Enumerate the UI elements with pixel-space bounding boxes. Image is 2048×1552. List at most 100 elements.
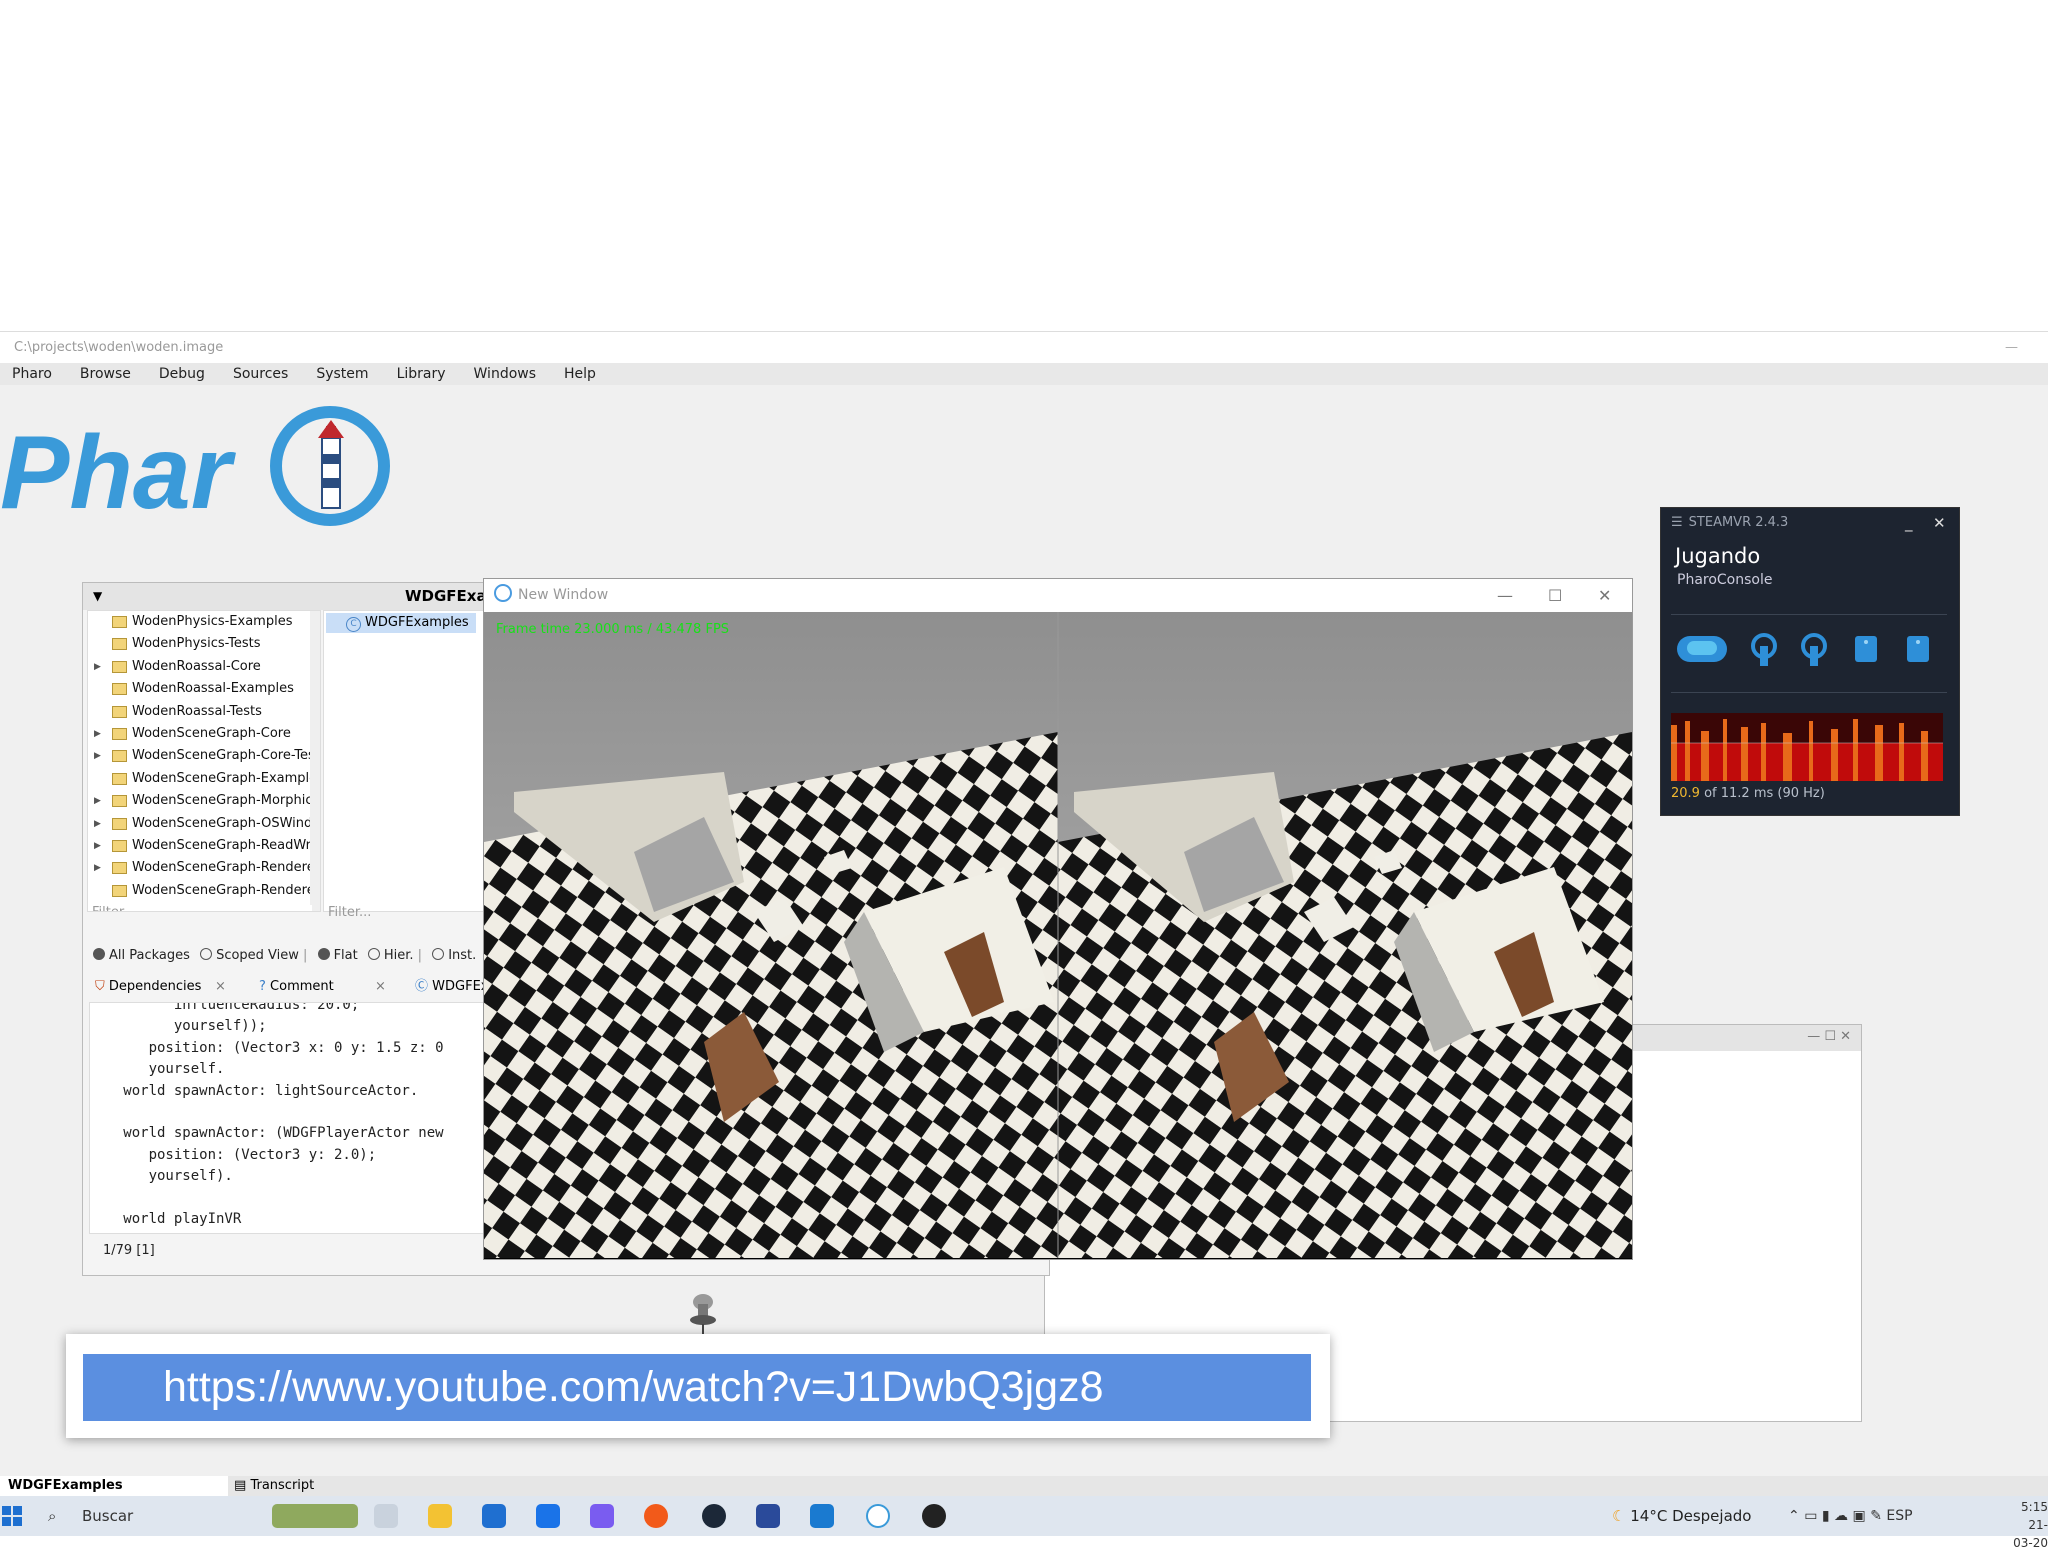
tab-dependencies[interactable]: ⛉ Dependencies × — [89, 975, 235, 999]
package-item-label: WodenSceneGraph-Core — [132, 726, 291, 741]
menu-windows[interactable]: Windows — [474, 363, 537, 385]
menu-pharo[interactable]: Pharo — [12, 363, 52, 385]
mail-icon[interactable] — [536, 1504, 560, 1528]
powershell-icon[interactable] — [756, 1504, 780, 1528]
package-list-scrollbar[interactable] — [310, 611, 320, 911]
frame-timing-text: 20.9 of 11.2 ms (90 Hz) — [1671, 786, 1825, 801]
inst-label[interactable]: Inst. — [448, 948, 476, 963]
expand-arrow-icon[interactable]: ▶ — [94, 813, 101, 835]
code-line: yourself)); — [98, 1018, 267, 1035]
package-filter-input[interactable]: Filter... — [92, 905, 312, 911]
store-icon[interactable] — [482, 1504, 506, 1528]
background-window-controls[interactable]: — ☐ ✕ — [1807, 1029, 1851, 1044]
display-icon[interactable]: ▣ — [1853, 1508, 1866, 1524]
file-explorer-icon[interactable] — [428, 1504, 452, 1528]
class-filter-input[interactable]: Filter... — [328, 905, 371, 920]
scoped-view-label[interactable]: Scoped View — [216, 948, 299, 963]
all-packages-radio[interactable] — [93, 948, 105, 960]
weather-widget[interactable]: ☾ 14°C Despejado — [1612, 1496, 1751, 1536]
vscode-icon[interactable] — [810, 1504, 834, 1528]
close-icon[interactable]: × — [375, 975, 386, 999]
maximize-button[interactable]: ☐ — [1548, 579, 1562, 612]
microphone-icon[interactable]: ▮ — [1822, 1508, 1830, 1524]
flat-radio[interactable] — [317, 948, 330, 960]
onedrive-icon[interactable]: ☁ — [1834, 1508, 1848, 1524]
controller-left-icon[interactable] — [1749, 632, 1779, 666]
pen-icon[interactable]: ✎ — [1870, 1508, 1882, 1524]
steamvr-window[interactable]: ☰ STEAMVR 2.4.3 _ ✕ Jugando PharoConsole … — [1660, 507, 1960, 816]
tab-comment[interactable]: ? Comment × — [253, 975, 399, 999]
steamvr-app-icon[interactable] — [702, 1504, 726, 1528]
clock[interactable]: 5:15 21-03-20 — [2010, 1498, 2048, 1552]
headset-icon[interactable] — [1675, 632, 1729, 666]
menu-help[interactable]: Help — [564, 363, 596, 385]
url-banner-link[interactable]: https://www.youtube.com/watch?v=J1DwbQ3j… — [83, 1354, 1311, 1421]
class-icon: C — [346, 617, 361, 632]
package-item[interactable]: ▶ WodenSceneGraph-Core — [88, 723, 320, 745]
menu-system[interactable]: System — [316, 363, 368, 385]
class-list[interactable]: C WDGFExamples Filter... — [323, 610, 485, 920]
expand-arrow-icon[interactable]: ▶ — [94, 790, 101, 812]
minimize-button[interactable]: — — [2005, 332, 2018, 364]
menu-debug[interactable]: Debug — [159, 363, 205, 385]
obs-icon[interactable] — [922, 1504, 946, 1528]
base-station-1-icon[interactable] — [1853, 632, 1879, 666]
package-item[interactable]: ▶ WodenSceneGraph-ReadWrit — [88, 835, 320, 857]
chevron-up-icon[interactable]: ⌃ — [1788, 1508, 1800, 1524]
minimize-button[interactable]: — — [1497, 579, 1513, 612]
expand-arrow-icon[interactable]: ▶ — [94, 745, 101, 767]
pharo-task-transcript[interactable]: ▤ Transcript — [234, 1476, 314, 1496]
package-item[interactable]: ▶ WodenRoassal-Core — [88, 656, 320, 678]
package-folder-icon — [112, 817, 127, 830]
firefox-icon[interactable] — [644, 1504, 668, 1528]
package-list[interactable]: WodenPhysics-Examples WodenPhysics-Tests ▶… — [87, 610, 321, 912]
package-item[interactable]: WodenPhysics-Examples — [88, 611, 320, 633]
scoped-view-radio[interactable] — [200, 948, 213, 960]
menu-library[interactable]: Library — [397, 363, 446, 385]
vr-stereo-viewport[interactable] — [484, 612, 1632, 1258]
taskbar-search[interactable]: ⌕ Buscar — [42, 1496, 272, 1536]
expand-arrow-icon[interactable]: ▶ — [94, 857, 101, 879]
all-packages-label[interactable]: All Packages — [109, 948, 190, 963]
close-icon[interactable]: × — [215, 975, 226, 999]
close-button[interactable]: ✕ — [1933, 508, 1946, 538]
package-item[interactable]: ▶ WodenSceneGraph-Morphic — [88, 790, 320, 812]
hier-radio[interactable] — [367, 948, 380, 960]
class-item-selected[interactable]: C WDGFExamples — [326, 613, 476, 633]
inst-radio[interactable] — [432, 948, 445, 960]
package-item[interactable]: WodenRoassal-Tests — [88, 701, 320, 723]
minimize-button[interactable]: _ — [1905, 508, 1913, 538]
base-station-2-icon[interactable] — [1905, 632, 1931, 666]
hier-label[interactable]: Hier. — [384, 948, 414, 963]
package-item[interactable]: WodenSceneGraph-Renderer — [88, 880, 320, 902]
pharo-app-icon[interactable] — [866, 1504, 890, 1528]
code-line: position: (Vector3 y: 2.0); — [98, 1146, 377, 1163]
package-item[interactable]: WodenPhysics-Tests — [88, 633, 320, 655]
menu-icon[interactable]: ☰ — [1671, 515, 1683, 530]
pharo-window-titlebar[interactable]: C:\projects\woden\woden.image — — [0, 331, 2048, 364]
package-item[interactable]: ▶ WodenSceneGraph-Renderer — [88, 857, 320, 879]
package-item[interactable]: ▶ WodenSceneGraph-OSWindo — [88, 813, 320, 835]
controller-right-icon[interactable] — [1799, 632, 1829, 666]
package-item[interactable]: WodenRoassal-Examples — [88, 678, 320, 700]
vr-window-titlebar[interactable]: New Window — ☐ ✕ — [484, 579, 1632, 612]
package-item[interactable]: ▶ WodenSceneGraph-Core-Test — [88, 745, 320, 767]
vr-window[interactable]: New Window — ☐ ✕ Frame time 23.000 ms / … — [483, 578, 1633, 1260]
expand-arrow-icon[interactable]: ▶ — [94, 723, 101, 745]
start-button[interactable] — [2, 1506, 22, 1526]
menu-browse[interactable]: Browse — [80, 363, 131, 385]
flat-label[interactable]: Flat — [334, 948, 358, 963]
copilot-icon[interactable] — [590, 1504, 614, 1528]
code-editor[interactable]: influenceRadius: 20.0; yourself)); posit… — [89, 1002, 503, 1234]
network-icon[interactable]: ▭ — [1804, 1508, 1817, 1524]
window-menu-icon[interactable]: ▼ — [93, 583, 102, 610]
language-indicator[interactable]: ESP — [1886, 1508, 1912, 1524]
task-view-icon[interactable] — [374, 1504, 398, 1528]
close-button[interactable]: ✕ — [1598, 579, 1611, 612]
expand-arrow-icon[interactable]: ▶ — [94, 835, 101, 857]
menu-sources[interactable]: Sources — [233, 363, 288, 385]
system-tray[interactable]: ⌃ ▭ ▮ ☁ ▣ ✎ ESP — [1788, 1496, 1913, 1536]
expand-arrow-icon[interactable]: ▶ — [94, 656, 101, 678]
package-item[interactable]: WodenSceneGraph-Examples — [88, 768, 320, 790]
steamvr-header[interactable]: ☰ STEAMVR 2.4.3 _ ✕ — [1661, 508, 1959, 538]
